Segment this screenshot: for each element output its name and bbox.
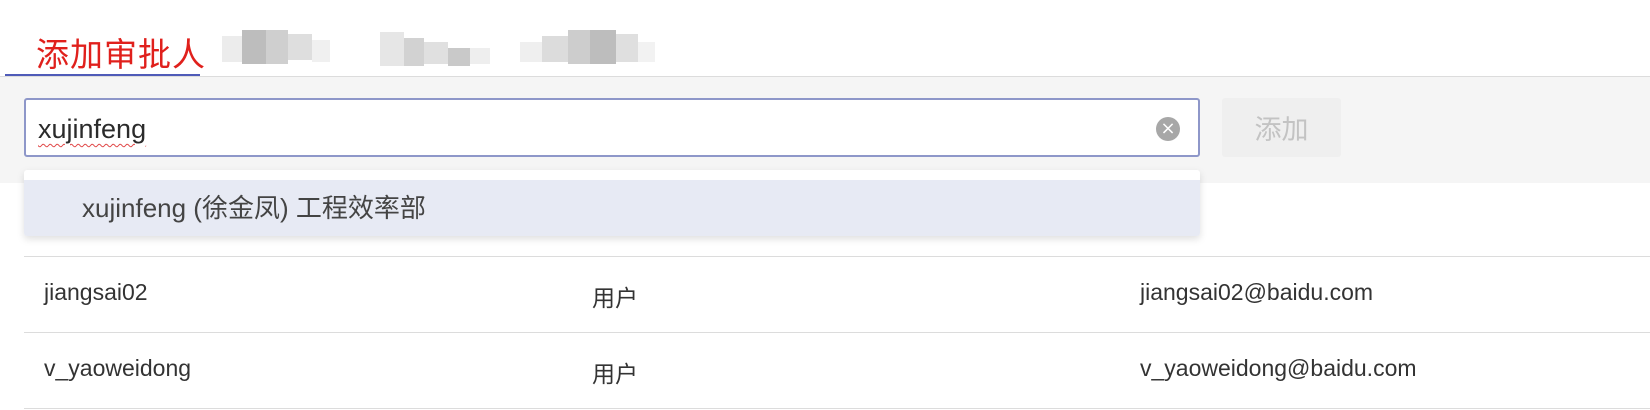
user-type-cell: 用户: [592, 361, 638, 387]
tab-title[interactable]: 添加审批人: [36, 28, 206, 76]
autocomplete-dropdown: xujinfeng (徐金凤) 工程效率部: [24, 170, 1200, 236]
table-row[interactable]: jiangsai02 用户 jiangsai02@baidu.com: [24, 256, 1650, 332]
redacted-tab-label: [380, 30, 490, 74]
autocomplete-option[interactable]: xujinfeng (徐金凤) 工程效率部: [24, 180, 1200, 236]
approver-table: jiangsai02 用户 jiangsai02@baidu.com v_yao…: [24, 256, 1650, 409]
redacted-tab-label: [520, 30, 655, 74]
user-name-cell: jiangsai02: [44, 279, 148, 305]
approver-search-input[interactable]: xujinfeng ×: [24, 98, 1200, 157]
user-type-cell: 用户: [592, 285, 638, 311]
search-input-value: xujinfeng: [38, 114, 147, 144]
redacted-tab-label: [222, 30, 330, 74]
user-email-cell: jiangsai02@baidu.com: [1140, 279, 1374, 305]
add-button[interactable]: 添加: [1222, 98, 1341, 157]
table-row[interactable]: v_yaoweidong 用户 v_yaoweidong@baidu.com: [24, 332, 1650, 409]
tab-bar: 添加审批人: [0, 0, 1650, 77]
add-approver-toolbar: xujinfeng × 添加: [0, 77, 1650, 183]
clear-icon[interactable]: ×: [1156, 117, 1180, 141]
user-email-cell: v_yaoweidong@baidu.com: [1140, 355, 1417, 381]
user-name-cell: v_yaoweidong: [44, 355, 192, 381]
